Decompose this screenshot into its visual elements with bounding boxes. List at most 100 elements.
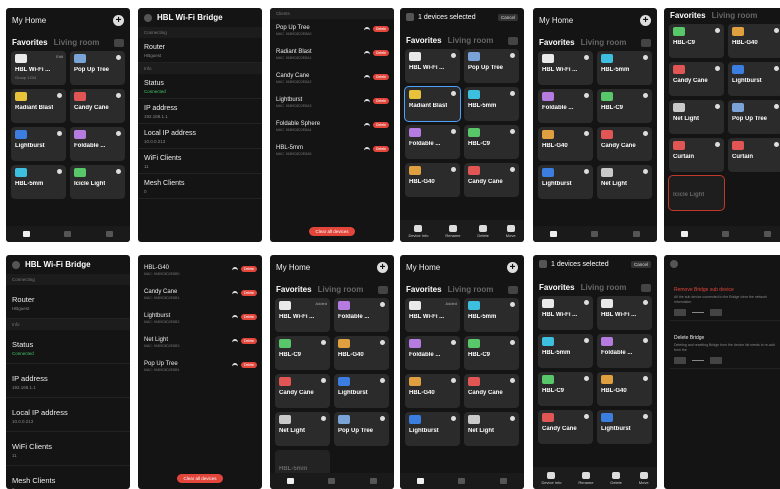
delete-button[interactable]: Delete <box>373 26 389 32</box>
tab-favorites[interactable]: Favorites <box>539 283 575 292</box>
home-icon[interactable] <box>550 231 558 237</box>
power-toggle-icon[interactable] <box>643 376 648 381</box>
device-card[interactable]: HBL-C9 <box>275 336 330 370</box>
action-delete[interactable]: Delete <box>610 471 622 485</box>
power-toggle-icon[interactable] <box>643 93 648 98</box>
device-card[interactable]: Lightburst <box>597 410 652 444</box>
device-card[interactable]: Foldable ... <box>70 127 125 161</box>
tab-living-room[interactable]: Living room <box>581 283 627 292</box>
tab-favorites[interactable]: Favorites <box>539 38 575 47</box>
device-card[interactable]: Lightburst <box>538 165 593 199</box>
device-card[interactable]: Lightburst <box>11 127 66 161</box>
back-icon[interactable] <box>144 13 152 22</box>
device-card[interactable]: HBL-5mm <box>464 87 519 121</box>
device-card[interactable]: HBL-5mm <box>538 334 593 368</box>
home-icon[interactable] <box>287 478 295 484</box>
menu-icon[interactable] <box>641 38 651 47</box>
power-toggle-icon[interactable] <box>510 378 515 383</box>
device-card[interactable]: HBL-C9 <box>464 336 519 370</box>
device-card[interactable]: Foldable ... <box>405 125 460 159</box>
device-card[interactable]: Candy Cane <box>70 89 125 123</box>
power-toggle-icon[interactable] <box>510 91 515 96</box>
power-toggle-icon[interactable] <box>643 300 648 305</box>
device-card[interactable]: Curtain <box>728 138 780 172</box>
device-card[interactable]: HBL Wi-Fi ... <box>538 51 593 85</box>
tab-favorites[interactable]: Favorites <box>406 285 442 294</box>
close-icon[interactable] <box>539 260 547 268</box>
power-toggle-icon[interactable] <box>57 131 62 136</box>
device-card[interactable]: Radiant Blast <box>404 86 461 122</box>
tab-favorites[interactable]: Favorites <box>12 38 48 47</box>
power-toggle-icon[interactable] <box>451 378 456 383</box>
power-toggle-icon[interactable] <box>584 93 589 98</box>
tab-favorites[interactable]: Favorites <box>670 11 706 20</box>
clear-all-button[interactable]: Clear all devices <box>177 474 223 483</box>
device-card[interactable]: HBL Wi-Fi ... <box>538 296 593 330</box>
power-toggle-icon[interactable] <box>451 91 456 96</box>
device-card[interactable]: Candy Cane <box>669 62 724 96</box>
power-toggle-icon[interactable] <box>774 142 779 147</box>
power-toggle-icon[interactable] <box>510 167 515 172</box>
power-toggle-icon[interactable] <box>451 340 456 345</box>
scenes-icon[interactable] <box>722 231 730 237</box>
power-toggle-icon[interactable] <box>57 169 62 174</box>
device-card[interactable]: Candy Cane <box>464 163 519 197</box>
device-card[interactable]: HBL-G40 <box>334 336 389 370</box>
power-toggle-icon[interactable] <box>584 131 589 136</box>
power-toggle-icon[interactable] <box>116 131 121 136</box>
power-toggle-icon[interactable] <box>116 93 121 98</box>
device-card[interactable]: Lightburst <box>334 374 389 408</box>
cancel-button[interactable]: Cancel <box>630 260 651 268</box>
back-icon[interactable] <box>12 260 20 269</box>
device-card[interactable]: HBL-G40 <box>597 372 652 406</box>
setting-row[interactable]: WiFi Clients 11 <box>138 149 262 174</box>
power-toggle-icon[interactable] <box>715 104 720 109</box>
device-card[interactable]: Net Light <box>597 165 652 199</box>
tab-living-room[interactable]: Living room <box>448 36 494 45</box>
device-card[interactable]: HBL-5mm <box>597 51 652 85</box>
device-card[interactable]: HBL-C9 <box>597 89 652 123</box>
power-toggle-icon[interactable] <box>451 167 456 172</box>
power-toggle-icon[interactable] <box>451 416 456 421</box>
tab-favorites[interactable]: Favorites <box>406 36 442 45</box>
add-icon[interactable]: + <box>113 14 124 26</box>
device-card[interactable]: HBL Wi-Fi ... Added <box>405 298 460 332</box>
home-title[interactable]: My Home <box>539 16 573 25</box>
device-card[interactable]: HBL-G40 <box>728 24 780 58</box>
action-info[interactable]: Device Info <box>541 471 561 485</box>
back-icon[interactable] <box>670 260 678 268</box>
menu-icon[interactable] <box>641 283 651 292</box>
power-toggle-icon[interactable] <box>321 416 326 421</box>
device-card[interactable]: Candy Cane <box>464 374 519 408</box>
home-icon[interactable] <box>417 478 425 484</box>
device-card[interactable]: HBL-C9 <box>538 372 593 406</box>
scenes-icon[interactable] <box>64 231 72 237</box>
device-card[interactable]: HBL Wi-Fi ... Group 1234 Edit <box>11 51 66 85</box>
menu-icon[interactable] <box>378 285 388 294</box>
power-toggle-icon[interactable] <box>510 129 515 134</box>
device-card[interactable]: HBL-C9 <box>669 24 724 58</box>
delete-button[interactable]: Delete <box>241 314 257 320</box>
power-toggle-icon[interactable] <box>321 340 326 345</box>
action-info[interactable]: Device Info <box>408 224 428 238</box>
bridge-option[interactable]: Delete Bridge Deleting and resetting Brid… <box>670 331 780 369</box>
menu-icon[interactable] <box>508 36 518 45</box>
action-rename[interactable]: Rename <box>578 471 593 485</box>
menu-icon[interactable] <box>114 38 124 47</box>
power-toggle-icon[interactable] <box>584 300 589 305</box>
power-toggle-icon[interactable] <box>643 169 648 174</box>
power-toggle-icon[interactable] <box>715 28 720 33</box>
device-card[interactable]: Lightburst <box>405 412 460 446</box>
power-toggle-icon[interactable] <box>380 416 385 421</box>
delete-button[interactable]: Delete <box>373 146 389 152</box>
delete-button[interactable]: Delete <box>373 98 389 104</box>
power-toggle-icon[interactable] <box>451 129 456 134</box>
device-card[interactable]: Foldable ... <box>334 298 389 332</box>
device-card[interactable]: Lightburst <box>728 62 780 96</box>
tab-favorites[interactable]: Favorites <box>276 285 312 294</box>
power-toggle-icon[interactable] <box>584 338 589 343</box>
device-card[interactable]: Net Light <box>275 412 330 446</box>
delete-button[interactable]: Delete <box>241 266 257 272</box>
device-card[interactable]: Curtain <box>669 138 724 172</box>
power-toggle-icon[interactable] <box>380 302 385 307</box>
